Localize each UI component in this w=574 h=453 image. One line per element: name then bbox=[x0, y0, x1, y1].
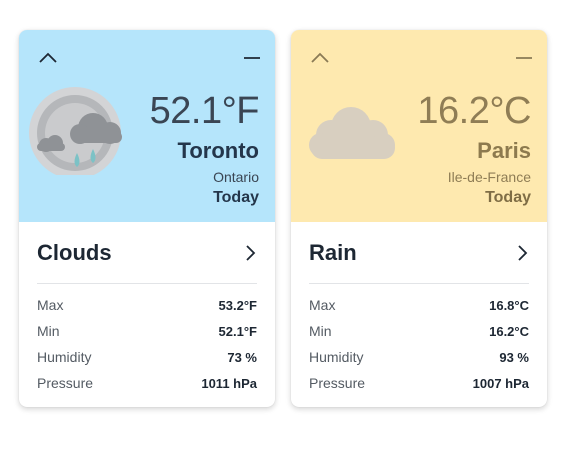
collapse-chevron-up-icon[interactable] bbox=[309, 48, 331, 68]
chevron-right-icon[interactable] bbox=[515, 244, 529, 262]
stat-label: Max bbox=[37, 297, 64, 313]
city-name: Toronto bbox=[177, 138, 259, 163]
stat-row-pressure: Pressure 1011 hPa bbox=[37, 370, 257, 396]
day-label: Today bbox=[213, 189, 259, 206]
stat-value: 53.2°F bbox=[218, 297, 257, 313]
stat-value: 93 % bbox=[499, 349, 529, 365]
region-name: Ontario bbox=[213, 169, 259, 185]
stat-label: Pressure bbox=[37, 375, 94, 391]
stat-row-min: Min 16.2°C bbox=[309, 318, 529, 344]
weather-card-paris: 16.2°C Paris Ile-de-France Today Rain Ma… bbox=[291, 30, 547, 407]
stat-label: Pressure bbox=[309, 375, 366, 391]
city-name: Paris bbox=[477, 138, 531, 163]
card-header: 16.2°C Paris Ile-de-France Today bbox=[291, 30, 547, 222]
condition-row[interactable]: Rain bbox=[309, 222, 529, 284]
card-header: 52.1°F Toronto Ontario Today bbox=[19, 30, 275, 222]
stat-row-humidity: Humidity 73 % bbox=[37, 344, 257, 370]
card-controls bbox=[309, 48, 535, 68]
chevron-right-icon[interactable] bbox=[243, 244, 257, 262]
stat-label: Min bbox=[37, 323, 60, 339]
stat-row-pressure: Pressure 1007 hPa bbox=[309, 370, 529, 396]
condition-row[interactable]: Clouds bbox=[37, 222, 257, 284]
stat-value: 1011 hPa bbox=[201, 375, 257, 391]
stat-row-min: Min 52.1°F bbox=[37, 318, 257, 344]
stat-value: 16.2°C bbox=[489, 323, 529, 339]
stat-row-max: Max 53.2°F bbox=[37, 292, 257, 318]
weather-summary: 52.1°F Toronto Ontario Today bbox=[99, 90, 260, 208]
card-body: Clouds Max 53.2°F Min 52.1°F Humidity 73… bbox=[19, 222, 275, 396]
day-label: Today bbox=[485, 189, 531, 206]
stat-label: Min bbox=[309, 323, 332, 339]
stats-list: Max 53.2°F Min 52.1°F Humidity 73 % Pres… bbox=[37, 292, 257, 396]
stat-label: Humidity bbox=[37, 349, 92, 365]
card-controls bbox=[37, 48, 263, 68]
stats-list: Max 16.8°C Min 16.2°C Humidity 93 % Pres… bbox=[309, 292, 529, 396]
stat-value: 1007 hPa bbox=[472, 375, 529, 391]
stat-label: Humidity bbox=[309, 349, 364, 365]
stat-row-humidity: Humidity 93 % bbox=[309, 344, 529, 370]
minimize-icon[interactable] bbox=[241, 48, 263, 68]
region-name: Ile-de-France bbox=[447, 169, 531, 185]
condition-label: Rain bbox=[309, 239, 357, 265]
temperature: 16.2°C bbox=[417, 90, 531, 132]
minimize-icon[interactable] bbox=[513, 48, 535, 68]
weather-card-toronto: 52.1°F Toronto Ontario Today Clouds Max … bbox=[19, 30, 275, 407]
collapse-chevron-up-icon[interactable] bbox=[37, 48, 59, 68]
stat-value: 73 % bbox=[227, 349, 257, 365]
stat-label: Max bbox=[309, 297, 336, 313]
weather-summary: 16.2°C Paris Ile-de-France Today bbox=[371, 90, 531, 208]
card-body: Rain Max 16.8°C Min 16.2°C Humidity 93 %… bbox=[291, 222, 547, 396]
stat-value: 16.8°C bbox=[489, 297, 529, 313]
temperature: 52.1°F bbox=[149, 90, 260, 132]
condition-label: Clouds bbox=[37, 239, 112, 265]
stat-value: 52.1°F bbox=[218, 323, 257, 339]
stat-row-max: Max 16.8°C bbox=[309, 292, 529, 318]
